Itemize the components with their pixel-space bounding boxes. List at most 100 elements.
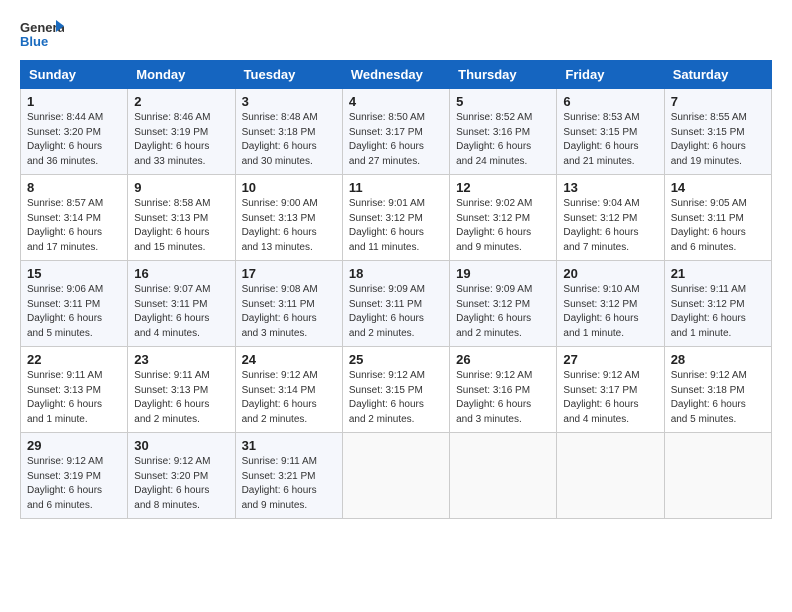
day-info: Sunrise: 9:01 AM Sunset: 3:12 PM Dayligh… bbox=[349, 197, 443, 255]
day-number: 30 bbox=[134, 438, 228, 453]
day-info: Sunrise: 9:10 AM Sunset: 3:12 PM Dayligh… bbox=[563, 283, 657, 341]
calendar-cell: 15Sunrise: 9:06 AM Sunset: 3:11 PM Dayli… bbox=[21, 261, 128, 347]
day-info: Sunrise: 9:04 AM Sunset: 3:12 PM Dayligh… bbox=[563, 197, 657, 255]
calendar-cell: 8 Sunrise: 8:57 AM Sunset: 3:14 PM Daylig… bbox=[21, 175, 128, 261]
day-number: 16 bbox=[134, 266, 228, 281]
weekday-header: Monday bbox=[128, 61, 235, 89]
day-info: Sunrise: 8:58 AM Sunset: 3:13 PM Dayligh… bbox=[134, 197, 228, 255]
day-info: Sunrise: 8:55 AM Sunset: 3:15 PM Dayligh… bbox=[671, 111, 765, 169]
day-info: Sunrise: 8:46 AM Sunset: 3:19 PM Dayligh… bbox=[134, 111, 228, 169]
day-info: Sunrise: 9:11 AM Sunset: 3:13 PM Dayligh… bbox=[27, 369, 121, 427]
day-number: 17 bbox=[242, 266, 336, 281]
day-number: 7 bbox=[671, 94, 765, 109]
calendar-cell: 7 Sunrise: 8:55 AM Sunset: 3:15 PM Daylig… bbox=[664, 89, 771, 175]
calendar-cell: 13 Sunrise: 9:04 AM Sunset: 3:12 PM Dayli… bbox=[557, 175, 664, 261]
day-info: Sunrise: 9:12 AM Sunset: 3:17 PM Dayligh… bbox=[563, 369, 657, 427]
calendar-cell: 5 Sunrise: 8:52 AM Sunset: 3:16 PM Daylig… bbox=[450, 89, 557, 175]
calendar-cell: 21 Sunrise: 9:11 AM Sunset: 3:12 PM Dayli… bbox=[664, 261, 771, 347]
weekday-header: Thursday bbox=[450, 61, 557, 89]
calendar-cell: 31 Sunrise: 9:11 AM Sunset: 3:21 PM Dayli… bbox=[235, 433, 342, 519]
calendar-table: SundayMondayTuesdayWednesdayThursdayFrid… bbox=[20, 60, 772, 519]
calendar-cell: 19 Sunrise: 9:09 AM Sunset: 3:12 PM Dayli… bbox=[450, 261, 557, 347]
calendar-cell bbox=[557, 433, 664, 519]
day-info: Sunrise: 9:12 AM Sunset: 3:15 PM Dayligh… bbox=[349, 369, 443, 427]
weekday-header: Tuesday bbox=[235, 61, 342, 89]
day-number: 10 bbox=[242, 180, 336, 195]
day-number: 26 bbox=[456, 352, 550, 367]
day-info: Sunrise: 9:07 AM Sunset: 3:11 PM Dayligh… bbox=[134, 283, 228, 341]
day-info: Sunrise: 9:12 AM Sunset: 3:18 PM Dayligh… bbox=[671, 369, 765, 427]
calendar-cell: 17 Sunrise: 9:08 AM Sunset: 3:11 PM Dayli… bbox=[235, 261, 342, 347]
day-number: 31 bbox=[242, 438, 336, 453]
logo: General Blue bbox=[20, 16, 64, 52]
weekday-header: Sunday bbox=[21, 61, 128, 89]
day-info: Sunrise: 8:44 AM Sunset: 3:20 PM Dayligh… bbox=[27, 111, 121, 169]
calendar-cell bbox=[664, 433, 771, 519]
calendar-cell: 16 Sunrise: 9:07 AM Sunset: 3:11 PM Dayli… bbox=[128, 261, 235, 347]
svg-text:Blue: Blue bbox=[20, 34, 48, 49]
day-number: 23 bbox=[134, 352, 228, 367]
calendar-cell: 20 Sunrise: 9:10 AM Sunset: 3:12 PM Dayli… bbox=[557, 261, 664, 347]
day-number: 8 bbox=[27, 180, 121, 195]
day-info: Sunrise: 9:11 AM Sunset: 3:13 PM Dayligh… bbox=[134, 369, 228, 427]
day-info: Sunrise: 9:12 AM Sunset: 3:14 PM Dayligh… bbox=[242, 369, 336, 427]
day-number: 27 bbox=[563, 352, 657, 367]
day-info: Sunrise: 9:09 AM Sunset: 3:11 PM Dayligh… bbox=[349, 283, 443, 341]
day-number: 1 bbox=[27, 94, 121, 109]
day-info: Sunrise: 8:48 AM Sunset: 3:18 PM Dayligh… bbox=[242, 111, 336, 169]
day-info: Sunrise: 9:11 AM Sunset: 3:21 PM Dayligh… bbox=[242, 455, 336, 513]
calendar-cell: 28 Sunrise: 9:12 AM Sunset: 3:18 PM Dayli… bbox=[664, 347, 771, 433]
day-info: Sunrise: 9:02 AM Sunset: 3:12 PM Dayligh… bbox=[456, 197, 550, 255]
day-number: 12 bbox=[456, 180, 550, 195]
calendar-header: SundayMondayTuesdayWednesdayThursdayFrid… bbox=[21, 61, 772, 89]
calendar-cell: 6 Sunrise: 8:53 AM Sunset: 3:15 PM Daylig… bbox=[557, 89, 664, 175]
day-info: Sunrise: 9:00 AM Sunset: 3:13 PM Dayligh… bbox=[242, 197, 336, 255]
calendar-cell: 30 Sunrise: 9:12 AM Sunset: 3:20 PM Dayli… bbox=[128, 433, 235, 519]
day-number: 21 bbox=[671, 266, 765, 281]
calendar-cell: 29Sunrise: 9:12 AM Sunset: 3:19 PM Dayli… bbox=[21, 433, 128, 519]
day-number: 20 bbox=[563, 266, 657, 281]
day-info: Sunrise: 8:50 AM Sunset: 3:17 PM Dayligh… bbox=[349, 111, 443, 169]
calendar-cell: 25 Sunrise: 9:12 AM Sunset: 3:15 PM Dayli… bbox=[342, 347, 449, 433]
day-number: 29 bbox=[27, 438, 121, 453]
calendar-cell: 3 Sunrise: 8:48 AM Sunset: 3:18 PM Daylig… bbox=[235, 89, 342, 175]
page-header: General Blue bbox=[20, 16, 772, 52]
calendar-cell: 27 Sunrise: 9:12 AM Sunset: 3:17 PM Dayli… bbox=[557, 347, 664, 433]
day-number: 25 bbox=[349, 352, 443, 367]
day-number: 22 bbox=[27, 352, 121, 367]
calendar-cell: 14 Sunrise: 9:05 AM Sunset: 3:11 PM Dayli… bbox=[664, 175, 771, 261]
day-number: 6 bbox=[563, 94, 657, 109]
day-number: 9 bbox=[134, 180, 228, 195]
day-number: 24 bbox=[242, 352, 336, 367]
calendar-cell bbox=[450, 433, 557, 519]
day-info: Sunrise: 9:05 AM Sunset: 3:11 PM Dayligh… bbox=[671, 197, 765, 255]
day-number: 18 bbox=[349, 266, 443, 281]
day-info: Sunrise: 9:12 AM Sunset: 3:20 PM Dayligh… bbox=[134, 455, 228, 513]
calendar-cell: 9 Sunrise: 8:58 AM Sunset: 3:13 PM Daylig… bbox=[128, 175, 235, 261]
day-info: Sunrise: 9:08 AM Sunset: 3:11 PM Dayligh… bbox=[242, 283, 336, 341]
weekday-header: Wednesday bbox=[342, 61, 449, 89]
day-info: Sunrise: 9:11 AM Sunset: 3:12 PM Dayligh… bbox=[671, 283, 765, 341]
day-number: 13 bbox=[563, 180, 657, 195]
day-number: 4 bbox=[349, 94, 443, 109]
calendar-cell: 18 Sunrise: 9:09 AM Sunset: 3:11 PM Dayli… bbox=[342, 261, 449, 347]
calendar-cell: 1 Sunrise: 8:44 AM Sunset: 3:20 PM Daylig… bbox=[21, 89, 128, 175]
day-info: Sunrise: 8:52 AM Sunset: 3:16 PM Dayligh… bbox=[456, 111, 550, 169]
day-info: Sunrise: 8:57 AM Sunset: 3:14 PM Dayligh… bbox=[27, 197, 121, 255]
calendar-cell: 24 Sunrise: 9:12 AM Sunset: 3:14 PM Dayli… bbox=[235, 347, 342, 433]
day-number: 14 bbox=[671, 180, 765, 195]
day-number: 28 bbox=[671, 352, 765, 367]
calendar-cell bbox=[342, 433, 449, 519]
calendar-cell: 4 Sunrise: 8:50 AM Sunset: 3:17 PM Daylig… bbox=[342, 89, 449, 175]
calendar-cell: 22 Sunrise: 9:11 AM Sunset: 3:13 PM Dayli… bbox=[21, 347, 128, 433]
calendar-cell: 2 Sunrise: 8:46 AM Sunset: 3:19 PM Daylig… bbox=[128, 89, 235, 175]
day-number: 5 bbox=[456, 94, 550, 109]
day-info: Sunrise: 8:53 AM Sunset: 3:15 PM Dayligh… bbox=[563, 111, 657, 169]
day-info: Sunrise: 9:09 AM Sunset: 3:12 PM Dayligh… bbox=[456, 283, 550, 341]
day-number: 3 bbox=[242, 94, 336, 109]
calendar-cell: 26Sunrise: 9:12 AM Sunset: 3:16 PM Dayli… bbox=[450, 347, 557, 433]
calendar-cell: 10 Sunrise: 9:00 AM Sunset: 3:13 PM Dayli… bbox=[235, 175, 342, 261]
day-number: 2 bbox=[134, 94, 228, 109]
calendar-cell: 12 Sunrise: 9:02 AM Sunset: 3:12 PM Dayli… bbox=[450, 175, 557, 261]
day-number: 19 bbox=[456, 266, 550, 281]
